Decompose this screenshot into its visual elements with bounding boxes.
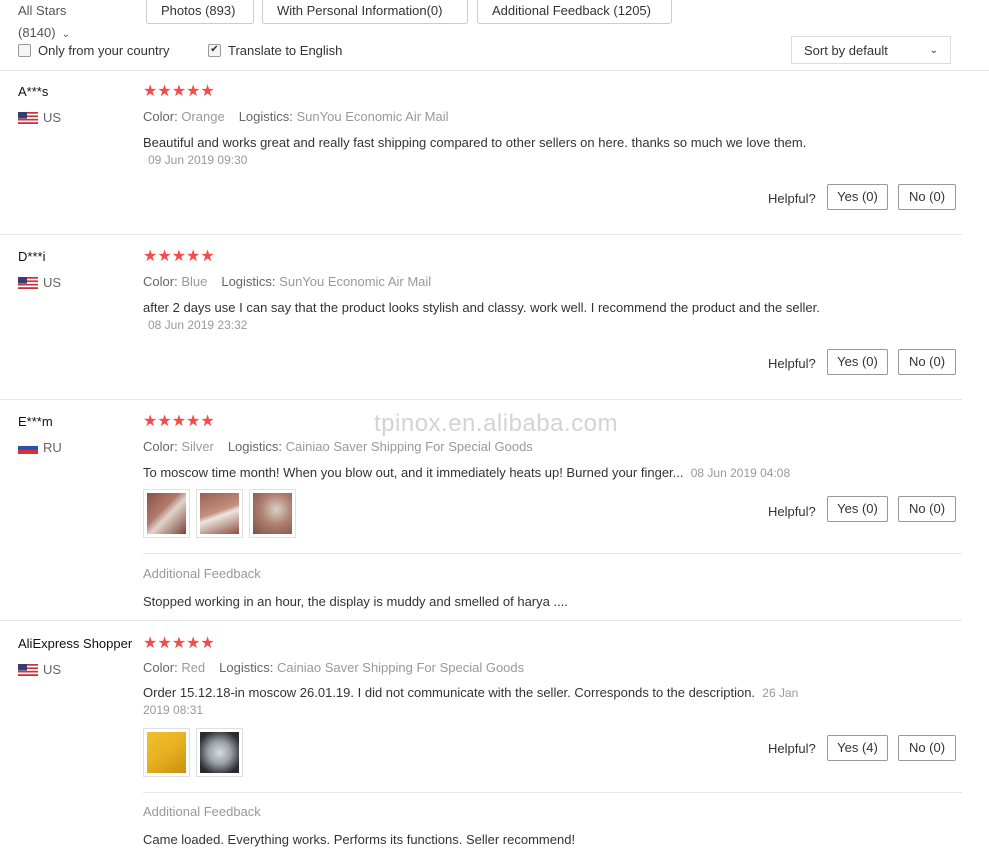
all-stars-label: All Stars (8140)	[18, 3, 67, 40]
translate-checkbox[interactable]: ✔	[208, 43, 221, 57]
reviewer-country: US	[18, 662, 61, 677]
only-country-label: Only from your country	[38, 42, 170, 58]
chevron-down-icon: ⌄	[929, 44, 938, 56]
helpful-no-button[interactable]: No (0)	[898, 496, 956, 522]
review-date: 08 Jun 2019 23:32	[148, 318, 248, 332]
review-photo-thumbnail[interactable]	[249, 489, 296, 538]
helpful-label: Helpful?	[768, 356, 816, 371]
review-filter-bar: All Stars (8140) ⌄ Photos (893) With Pers…	[0, 0, 989, 71]
review-item: AliExpress Shopper US ★★★★★ Color: Red Lo…	[0, 621, 962, 861]
photos-filter-tab[interactable]: Photos (893)	[146, 0, 254, 24]
review-text: Order 15.12.18-in moscow 26.01.19. I did…	[143, 685, 756, 700]
personal-info-filter-tab[interactable]: With Personal Information(0)	[262, 0, 468, 24]
reviewer-name: E***m	[18, 414, 53, 429]
us-flag-icon	[18, 663, 38, 676]
helpful-no-button[interactable]: No (0)	[898, 735, 956, 761]
logistics-value: SunYou Economic Air Mail	[296, 109, 449, 124]
color-value: Orange	[181, 109, 225, 124]
logistics-label: Logistics:	[238, 109, 293, 124]
sort-dropdown[interactable]: Sort by default ⌄	[791, 36, 951, 64]
color-label: Color:	[143, 274, 178, 289]
logistics-value: SunYou Economic Air Mail	[279, 274, 432, 289]
helpful-label: Helpful?	[768, 504, 816, 519]
review-item: A***s US ★★★★★ Color: Orange Logistics: S…	[0, 70, 962, 235]
helpful-yes-button[interactable]: Yes (0)	[827, 184, 888, 210]
reviewer-country: US	[18, 275, 61, 290]
color-value: Silver	[181, 439, 214, 454]
review-photo-thumbnail[interactable]	[143, 728, 190, 777]
review-photos	[143, 489, 296, 538]
additional-feedback-divider	[143, 553, 962, 554]
logistics-label: Logistics:	[219, 660, 274, 675]
ru-flag-icon	[18, 441, 38, 454]
us-flag-icon	[18, 276, 38, 289]
color-label: Color:	[143, 660, 178, 675]
reviewer-name: D***i	[18, 249, 46, 264]
review-date: 08 Jun 2019 04:08	[690, 466, 791, 480]
only-country-checkbox[interactable]	[18, 43, 31, 57]
only-country-checkbox-row[interactable]: Only from your country	[18, 41, 170, 59]
country-code: US	[43, 275, 62, 290]
review-meta: Color: Blue Logistics: SunYou Economic Ai…	[143, 274, 431, 289]
logistics-value: Cainiao Saver Shipping For Special Goods	[285, 439, 533, 454]
helpful-yes-button[interactable]: Yes (0)	[827, 496, 888, 522]
helpful-yes-button[interactable]: Yes (4)	[827, 735, 888, 761]
review-text-line: To moscow time month! When you blow out,…	[143, 464, 923, 482]
additional-feedback-text: Stopped working in an hour, the display …	[143, 594, 568, 609]
logistics-label: Logistics:	[221, 274, 276, 289]
color-label: Color:	[143, 439, 178, 454]
sort-label: Sort by default	[804, 42, 888, 58]
all-stars-dropdown[interactable]: All Stars (8140) ⌄	[0, 0, 130, 40]
translate-label: Translate to English	[228, 42, 343, 58]
review-photo-thumbnail[interactable]	[196, 489, 243, 538]
country-code: US	[43, 662, 62, 677]
review-text: Beautiful and works great and really fas…	[143, 135, 807, 150]
translate-checkbox-row[interactable]: ✔ Translate to English	[208, 41, 342, 59]
country-code: RU	[43, 440, 62, 455]
chevron-down-icon: ⌄	[61, 29, 70, 40]
watermark-text: tpinox.en.alibaba.com	[374, 410, 618, 437]
star-rating: ★★★★★	[143, 248, 215, 265]
review-text: To moscow time month! When you blow out,…	[143, 465, 684, 480]
reviewer-country: RU	[18, 440, 62, 455]
review-photo-thumbnail[interactable]	[143, 489, 190, 538]
reviewer-name: AliExpress Shopper	[18, 636, 133, 651]
review-date-part: 26 Jan	[762, 686, 799, 700]
additional-feedback-title: Additional Feedback	[143, 566, 261, 581]
helpful-no-button[interactable]: No (0)	[898, 184, 956, 210]
review-date-part: 2019 08:31	[143, 703, 204, 717]
helpful-label: Helpful?	[768, 191, 816, 206]
country-code: US	[43, 110, 62, 125]
review-text-line: Order 15.12.18-in moscow 26.01.19. I did…	[143, 684, 843, 702]
additional-feedback-text: Came loaded. Everything works. Performs …	[143, 832, 576, 847]
us-flag-icon	[18, 111, 38, 124]
additional-feedback-title: Additional Feedback	[143, 804, 261, 819]
star-rating: ★★★★★	[143, 83, 215, 100]
star-rating: ★★★★★	[143, 413, 215, 430]
helpful-no-button[interactable]: No (0)	[898, 349, 956, 375]
additional-feedback-filter-tab[interactable]: Additional Feedback (1205)	[477, 0, 672, 24]
review-meta: Color: Red Logistics: Cainiao Saver Shipp…	[143, 660, 524, 675]
star-rating: ★★★★★	[143, 635, 215, 652]
color-value: Red	[181, 660, 206, 675]
additional-feedback-divider	[143, 792, 962, 793]
review-meta: Color: Orange Logistics: SunYou Economic …	[143, 109, 449, 124]
review-item: D***i US ★★★★★ Color: Blue Logistics: Sun…	[0, 235, 962, 400]
logistics-value: Cainiao Saver Shipping For Special Goods	[277, 660, 525, 675]
helpful-yes-button[interactable]: Yes (0)	[827, 349, 888, 375]
reviewer-name: A***s	[18, 84, 49, 99]
review-meta: Color: Silver Logistics: Cainiao Saver Sh…	[143, 439, 533, 454]
color-label: Color:	[143, 109, 178, 124]
logistics-label: Logistics:	[227, 439, 283, 454]
reviewer-country: US	[18, 110, 61, 125]
review-photos	[143, 728, 243, 777]
review-text: after 2 days use I can say that the prod…	[143, 300, 820, 315]
color-value: Blue	[181, 274, 208, 289]
helpful-label: Helpful?	[768, 741, 816, 756]
review-photo-thumbnail[interactable]	[196, 728, 243, 777]
review-date: 09 Jun 2019 09:30	[148, 153, 248, 167]
